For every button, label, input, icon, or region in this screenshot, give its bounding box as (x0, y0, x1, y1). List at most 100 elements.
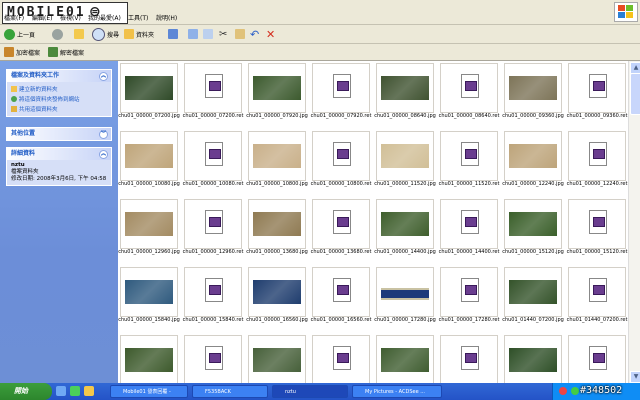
file-thumbnail[interactable]: chu01_00000_08640.ret (438, 63, 502, 125)
collapse-chevron-icon[interactable]: ︽ (99, 72, 108, 81)
file-thumbnail[interactable] (246, 335, 310, 383)
collapse-chevron-icon[interactable]: ︽ (99, 150, 108, 159)
expand-chevron-icon[interactable]: ︾ (99, 130, 108, 139)
thumbnail-frame (120, 267, 178, 317)
file-thumbnail[interactable] (118, 335, 182, 383)
quick-launch-explorer-icon[interactable] (84, 386, 94, 396)
menu-edit[interactable]: 編輯(E) (32, 13, 52, 22)
file-thumbnail[interactable]: chu01_00000_08640.jpg (374, 63, 438, 125)
back-button[interactable]: 上一頁 (4, 28, 35, 40)
file-thumbnail[interactable] (566, 335, 628, 383)
up-folder-button[interactable] (74, 28, 84, 40)
menu-help[interactable]: 說明(H) (156, 13, 177, 22)
file-thumbnail[interactable]: chu01_00000_11520.jpg (374, 131, 438, 193)
file-thumbnail[interactable] (182, 335, 246, 383)
file-thumbnail[interactable]: chu01_00000_15120.jpg (502, 199, 566, 261)
ret-file-icon (333, 278, 351, 302)
other-places-header[interactable]: 其他位置 ︾ (7, 128, 111, 140)
file-thumbnail[interactable]: chu01_01440_07200.ret (566, 267, 628, 329)
file-thumbnail[interactable]: chu01_00000_09360.ret (566, 63, 628, 125)
file-thumbnail[interactable]: chu01_00000_07200.jpg (118, 63, 182, 125)
file-thumbnail[interactable]: chu01_00000_10800.ret (310, 131, 374, 193)
file-thumbnail[interactable]: chu01_00000_07920.jpg (246, 63, 310, 125)
file-thumbnail[interactable]: chu01_00000_17280.ret (438, 267, 502, 329)
search-button[interactable]: 搜尋 (92, 27, 119, 41)
other-places-panel: 其他位置 ︾ (6, 127, 112, 141)
menu-tools[interactable]: 工具(T) (128, 13, 148, 22)
file-thumbnail[interactable] (502, 335, 566, 383)
paste-icon (235, 29, 245, 39)
paste-button[interactable] (235, 28, 245, 40)
file-thumbnail[interactable]: chu01_00000_13680.ret (310, 199, 374, 261)
tasks-panel-header[interactable]: 檔案及資料夾工作 ︽ (7, 70, 111, 82)
encrypt-button[interactable]: 加密檔案 (4, 46, 40, 58)
ret-file-icon (333, 142, 351, 166)
file-thumbnail[interactable] (374, 335, 438, 383)
file-thumbnail[interactable]: chu01_00000_10800.jpg (246, 131, 310, 193)
task-publish-web[interactable]: 將這個資料夾發佈到網站 (7, 94, 111, 104)
file-name: chu01_00000_12960.ret (182, 249, 244, 255)
file-thumbnail[interactable] (310, 335, 374, 383)
task-new-folder[interactable]: 建立新的資料夾 (7, 84, 111, 94)
decrypt-button[interactable]: 解密檔案 (48, 46, 84, 58)
quick-launch-ie-icon[interactable] (56, 386, 66, 396)
task-share-folder[interactable]: 共用這個資料夾 (7, 104, 111, 114)
forward-button[interactable] (52, 28, 63, 40)
file-thumbnail[interactable]: chu01_00000_12240.jpg (502, 131, 566, 193)
menu-file[interactable]: 檔案(F) (4, 13, 24, 22)
ret-file-icon (205, 346, 223, 370)
undo-button[interactable]: ↶ (250, 28, 259, 41)
file-thumbnail[interactable]: chu01_00000_12960.ret (182, 199, 246, 261)
folders-button[interactable]: 資料夾 (124, 28, 154, 40)
file-name: chu01_00000_16560.jpg (246, 317, 308, 323)
details-header[interactable]: 詳細資料 ︽ (7, 148, 111, 160)
start-button[interactable]: 開始 (0, 383, 52, 400)
taskbar-item-mobile01[interactable]: Mobile01 發表回覆 - (110, 385, 188, 398)
file-thumbnail[interactable]: chu01_00000_07920.ret (310, 63, 374, 125)
file-name: chu01_00000_07920.ret (310, 113, 372, 119)
menu-view[interactable]: 檢視(V) (60, 13, 81, 22)
file-thumbnail[interactable]: chu01_00000_11520.ret (438, 131, 502, 193)
task-label: 建立新的資料夾 (19, 87, 58, 93)
move-to-button[interactable] (188, 28, 198, 40)
quick-launch-desktop-icon[interactable] (70, 386, 80, 396)
views-button[interactable] (168, 28, 178, 40)
file-thumbnail[interactable]: chu01_00000_16560.ret (310, 267, 374, 329)
file-thumbnail[interactable]: chu01_00000_15840.jpg (118, 267, 182, 329)
menu-favorites[interactable]: 我的最愛(A) (88, 13, 121, 22)
file-name: chu01_00000_15120.ret (566, 249, 628, 255)
file-thumbnail[interactable]: chu01_00000_15840.ret (182, 267, 246, 329)
delete-button[interactable]: ✕ (266, 28, 275, 41)
move-to-icon (188, 29, 198, 39)
copy-to-button[interactable] (203, 28, 213, 40)
file-thumbnail[interactable]: chu01_00000_14400.jpg (374, 199, 438, 261)
taskbar-item-acdsee[interactable]: My Pictures - ACDSee ... (352, 385, 442, 398)
file-thumbnail[interactable]: chu01_00000_09360.jpg (502, 63, 566, 125)
cut-button[interactable]: ✂ (219, 28, 227, 40)
file-thumbnail[interactable]: chu01_00000_12960.jpg (118, 199, 182, 261)
file-thumbnail[interactable] (438, 335, 502, 383)
file-thumbnail[interactable]: chu01_01440_07200.jpg (502, 267, 566, 329)
taskbar-item-f535back[interactable]: F535BACK (192, 385, 268, 398)
file-thumbnail[interactable]: chu01_00000_14400.ret (438, 199, 502, 261)
file-thumbnail[interactable]: chu01_00000_10080.ret (182, 131, 246, 193)
file-thumbnail[interactable]: chu01_00000_12240.ret (566, 131, 628, 193)
vertical-scrollbar[interactable]: ▲ ▼ (628, 61, 640, 383)
search-icon (92, 27, 105, 41)
taskbar-item-nztu[interactable]: nztu (272, 385, 348, 398)
task-label: 共用這個資料夾 (19, 107, 58, 113)
scroll-down-arrow-icon[interactable]: ▼ (630, 371, 640, 383)
satellite-image-preview (381, 348, 429, 372)
tray-network-icon[interactable] (571, 387, 579, 395)
lock-icon (4, 47, 14, 57)
tray-antivirus-icon[interactable] (559, 387, 567, 395)
scroll-thumb[interactable] (630, 73, 640, 115)
file-thumbnail[interactable]: chu01_00000_10080.jpg (118, 131, 182, 193)
taskbar: 開始 Mobile01 發表回覆 - F535BACK nztu My Pict… (0, 383, 640, 400)
file-thumbnail[interactable]: chu01_00000_13680.jpg (246, 199, 310, 261)
file-thumbnail[interactable]: chu01_00000_15120.ret (566, 199, 628, 261)
file-thumbnail[interactable]: chu01_00000_16560.jpg (246, 267, 310, 329)
file-thumbnail[interactable]: chu01_00000_07200.ret (182, 63, 246, 125)
file-thumbnail[interactable]: chu01_00000_17280.jpg (374, 267, 438, 329)
thumbnail-frame (376, 335, 434, 383)
